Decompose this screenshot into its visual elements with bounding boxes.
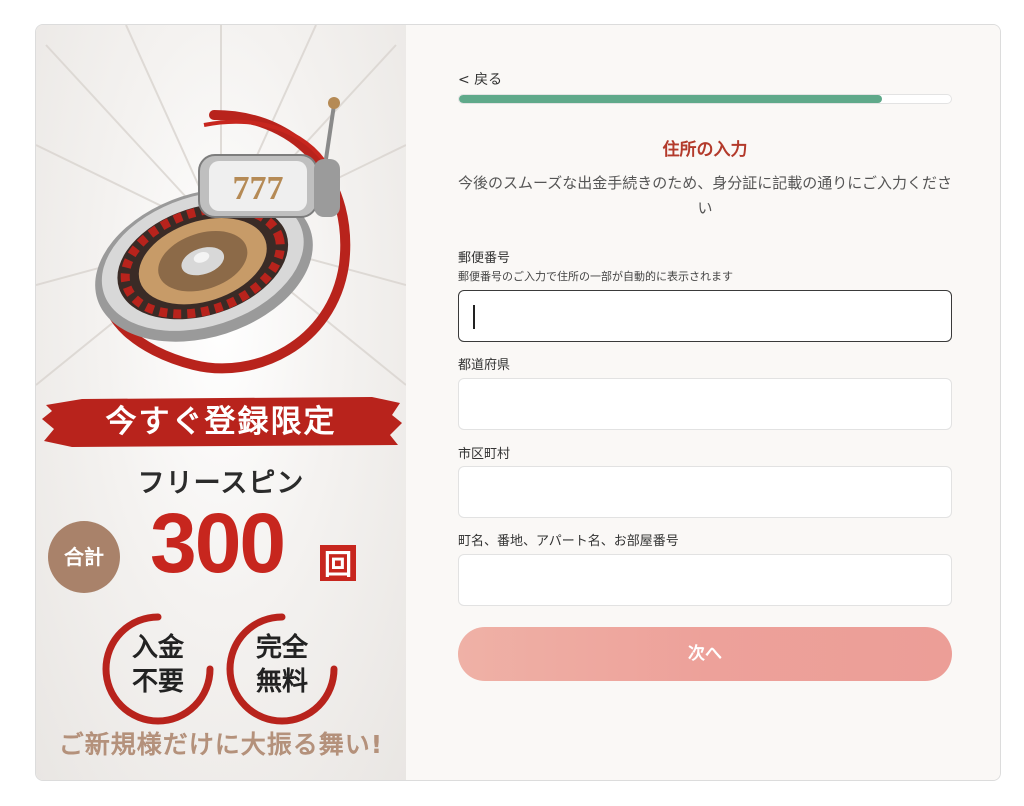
no-deposit-line2: 不要 (131, 667, 184, 697)
progress-fill (459, 95, 883, 103)
street-address-label: 町名、番地、アパート名、お部屋番号 (458, 534, 679, 549)
freespin-count: 300 (150, 496, 286, 590)
promo-banner-text: 今すぐ登録限定 (105, 404, 337, 440)
city-label: 市区町村 (458, 447, 511, 462)
free-line2: 無料 (255, 667, 308, 697)
text-caret (473, 305, 475, 329)
total-badge: 合計 (48, 521, 120, 593)
promo-tagline: ご新規様だけに大振る舞い! (58, 730, 384, 759)
back-link[interactable]: < 戻る (458, 69, 502, 89)
next-button[interactable]: 次へ (458, 627, 952, 681)
freespin-unit: 回 (318, 543, 358, 583)
postal-code-input[interactable] (458, 290, 952, 342)
promo-panel: 777 今すぐ登録限定 フリースピン 合計 300 回 入金 不要 完全 無料 … (36, 25, 406, 780)
no-deposit-badge: 入金 不要 (98, 609, 218, 729)
street-address-input[interactable] (458, 554, 952, 606)
prefecture-label: 都道府県 (458, 358, 511, 373)
address-form: < 戻る 住所の入力 今後のスムーズな出金手続きのため、身分証に記載の通りにご入… (406, 25, 1000, 780)
postal-code-hint: 郵便番号のご入力で住所の一部が自動的に表示されます (458, 270, 733, 283)
page-subtitle: 今後のスムーズな出金手続きのため、身分証に記載の通りにご入力ください (458, 174, 952, 217)
free-line1: 完全 (255, 633, 308, 663)
progress-bar (458, 94, 952, 104)
prefecture-input[interactable] (458, 378, 952, 430)
slot-digits: 777 (233, 170, 284, 207)
page-title: 住所の入力 (662, 140, 748, 160)
postal-code-label: 郵便番号 (458, 251, 511, 266)
no-deposit-line1: 入金 (131, 633, 184, 663)
registration-modal: 777 今すぐ登録限定 フリースピン 合計 300 回 入金 不要 完全 無料 … (35, 24, 1001, 781)
free-badge: 完全 無料 (222, 609, 342, 729)
freespin-unit-text: 回 (324, 548, 352, 581)
roulette-slot-illustration: 777 (95, 97, 351, 374)
city-input[interactable] (458, 466, 952, 518)
